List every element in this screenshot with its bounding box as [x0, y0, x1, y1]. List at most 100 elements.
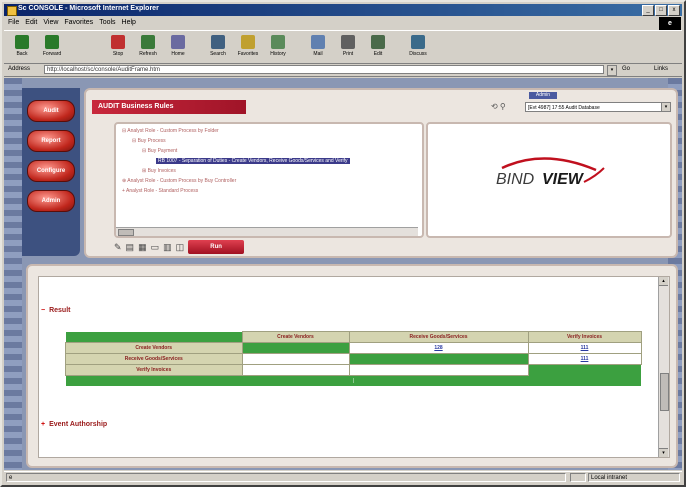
section-result[interactable]: − Result	[41, 307, 71, 314]
status-zone: Local intranet	[588, 473, 680, 482]
scroll-down-icon[interactable]: ▾	[659, 448, 668, 457]
tree-node[interactable]: ⊟ Buy Process	[132, 138, 166, 144]
discuss-icon	[411, 35, 425, 49]
favorites-button[interactable]: Favorites	[234, 33, 262, 61]
matrix-cell-link[interactable]: 128	[348, 342, 529, 354]
menu-help[interactable]: Help	[122, 17, 136, 28]
expand-icon[interactable]: +	[41, 421, 45, 428]
refresh-button[interactable]: Refresh	[134, 33, 162, 61]
edit-icon[interactable]: ✎	[114, 242, 122, 253]
menu-edit[interactable]: Edit	[25, 17, 37, 28]
panel-control-icons[interactable]: ⟲ ⚲	[491, 102, 506, 111]
table-row: Create Vendors 128 111	[65, 342, 642, 354]
matrix-col-header: Create Vendors	[241, 331, 350, 343]
scroll-thumb[interactable]	[118, 229, 134, 236]
page-content: Audit Report Configure Admin AUDIT Busin…	[4, 78, 682, 470]
run-button[interactable]: Run	[188, 240, 245, 254]
home-button[interactable]: Home	[164, 33, 192, 61]
menu-file[interactable]: File	[8, 17, 19, 28]
tree-node-selected[interactable]: RB 1007 - Separation of Duties - Create …	[156, 158, 350, 164]
section-event-authorship[interactable]: + Event Authorship	[41, 421, 107, 428]
discuss-button[interactable]: Discuss	[404, 33, 432, 61]
tree-node[interactable]: + Analyst Role - Standard Process	[122, 188, 198, 194]
tree-node[interactable]: ⊕ Analyst Role - Custom Process by Buy C…	[122, 178, 236, 184]
back-button[interactable]: Back	[8, 33, 36, 61]
collapse-icon[interactable]: −	[41, 307, 45, 314]
matrix-cell-link[interactable]: 111	[527, 342, 642, 354]
matrix-corner	[65, 331, 242, 343]
menu-favorites[interactable]: Favorites	[64, 17, 93, 28]
minimize-button[interactable]: _	[642, 5, 654, 16]
title-bar[interactable]: Sc CONSOLE - Microsoft Internet Explorer…	[4, 4, 682, 16]
table-row: Verify Invoices	[65, 364, 641, 376]
menu-bar: File Edit View Favorites Tools Help	[4, 17, 682, 28]
search-icon	[211, 35, 225, 49]
section-event-authorship-title: Event Authorship	[49, 421, 108, 428]
rule-tree: ⊟ Analyst Role - Custom Process by Folde…	[114, 122, 424, 238]
matrix-cell-empty	[241, 364, 350, 376]
nav-configure-button[interactable]: Configure	[27, 160, 75, 182]
matrix-row-header: Verify Invoices	[65, 364, 243, 376]
matrix-cell-link[interactable]: 111	[527, 353, 642, 365]
mail-icon	[311, 35, 325, 49]
history-button[interactable]: History	[264, 33, 292, 61]
matrix-cell-empty	[348, 364, 529, 376]
print-button[interactable]: Print	[334, 33, 362, 61]
tree-horizontal-scrollbar[interactable]	[116, 227, 418, 236]
report-view: − Result Create Vendors Receive Goods/Ser…	[38, 276, 670, 458]
address-dropdown-icon[interactable]: ▾	[607, 65, 617, 76]
go-button[interactable]: Go	[622, 66, 630, 72]
menu-view[interactable]: View	[43, 17, 58, 28]
stop-button[interactable]: Stop	[104, 33, 132, 61]
matrix-total-bar: |	[65, 375, 641, 386]
user-badge: Admin	[529, 92, 557, 99]
nav-report-button[interactable]: Report	[27, 130, 75, 152]
forward-button[interactable]: Forward	[38, 33, 66, 61]
history-icon	[271, 35, 285, 49]
report-panel: − Result Create Vendors Receive Goods/Ser…	[26, 264, 678, 468]
tree-node[interactable]: ⊟ Analyst Role - Custom Process by Folde…	[122, 128, 219, 134]
menu-tools[interactable]: Tools	[99, 17, 115, 28]
audit-panel-title: AUDIT Business Rules	[92, 100, 246, 114]
frame-icon[interactable]: ◫	[176, 242, 185, 253]
nav-admin-button[interactable]: Admin	[27, 190, 75, 212]
scroll-up-icon[interactable]: ▴	[659, 277, 668, 286]
close-button[interactable]: x	[668, 5, 680, 16]
window-title: Sc CONSOLE - Microsoft Internet Explorer	[18, 5, 159, 12]
window-icon[interactable]: ▭	[151, 242, 160, 253]
favorites-icon	[241, 35, 255, 49]
address-input[interactable]: http://localhost/sc/console/AuditFrame.h…	[44, 65, 604, 74]
standard-toolbar: Back Forward Stop Refresh Home Search Fa…	[4, 30, 682, 64]
search-button[interactable]: Search	[204, 33, 232, 61]
nav-audit-button[interactable]: Audit	[27, 100, 75, 122]
links-button[interactable]: Links	[654, 66, 668, 72]
matrix-row-header: Create Vendors	[65, 342, 243, 354]
status-zone-slot	[570, 473, 586, 482]
session-select[interactable]: [Evt 4987] 17:55 Audit Database ▾	[525, 102, 671, 112]
matrix-cell-diagonal	[242, 342, 349, 354]
mail-button[interactable]: Mail	[304, 33, 332, 61]
logo-panel: BIND VIEW	[426, 122, 672, 238]
table-row: |	[65, 375, 641, 386]
table-icon[interactable]: ▥	[163, 242, 172, 253]
logo-swoosh-icon	[501, 157, 597, 172]
forward-arrow-icon	[45, 35, 59, 49]
edit-button[interactable]: Edit	[364, 33, 392, 61]
ie-throbber-icon: e	[659, 17, 681, 31]
session-select-value: [Evt 4987] 17:55 Audit Database	[528, 105, 600, 111]
maximize-button[interactable]: □	[655, 5, 667, 16]
tree-node[interactable]: ⊟ Buy Payment	[142, 148, 177, 154]
chevron-down-icon[interactable]: ▾	[661, 103, 670, 111]
home-icon	[171, 35, 185, 49]
address-label: Address	[8, 66, 31, 72]
bindview-logo: BIND VIEW	[496, 157, 605, 188]
back-arrow-icon	[15, 35, 29, 49]
grid-view-icon[interactable]: ▦	[138, 242, 147, 253]
matrix-cell-diagonal	[349, 353, 528, 365]
scroll-thumb[interactable]	[660, 373, 669, 411]
edit-icon	[371, 35, 385, 49]
stop-icon	[111, 35, 125, 49]
report-vertical-scrollbar[interactable]: ▴ ▾	[658, 277, 669, 457]
list-view-icon[interactable]: ▤	[126, 242, 135, 253]
tree-node[interactable]: ⊞ Buy Invoices	[142, 168, 176, 174]
